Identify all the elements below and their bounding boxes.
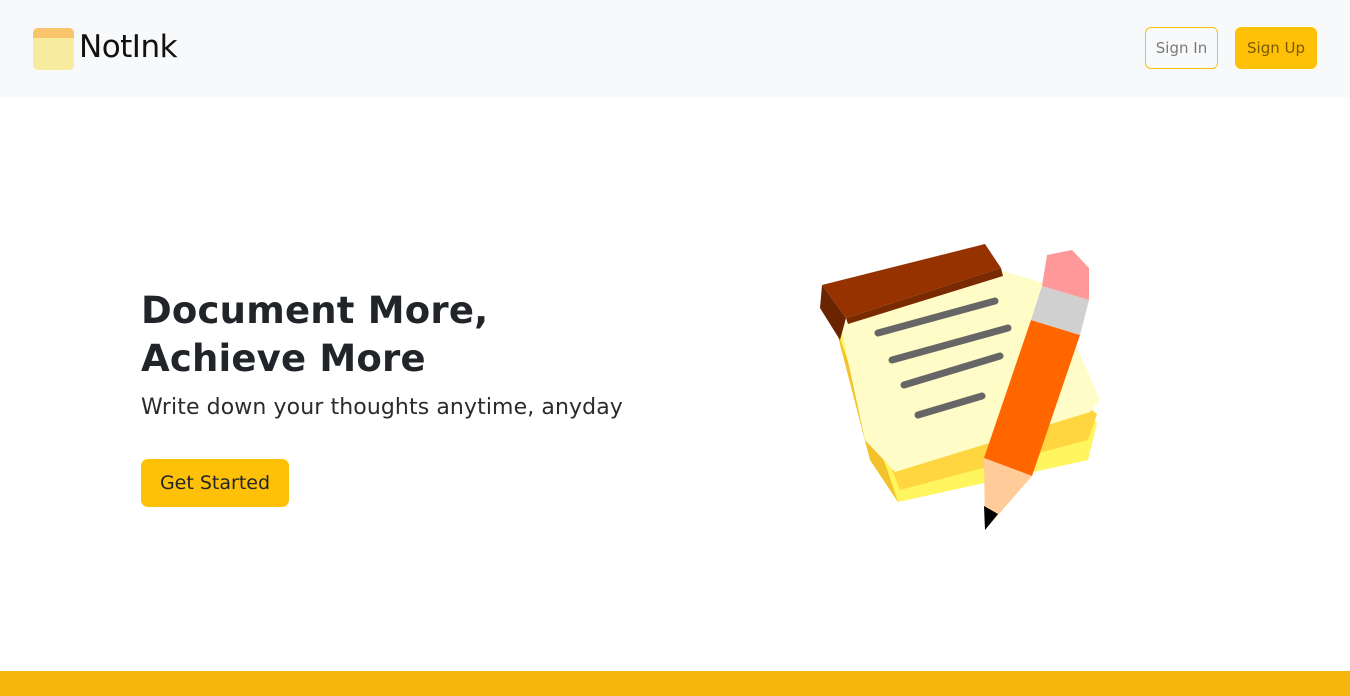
navbar: NotInk Sign In Sign Up (0, 0, 1350, 97)
notepad-icon (33, 28, 74, 70)
notepad-and-pencil-icon (820, 244, 1100, 530)
get-started-button[interactable]: Get Started (141, 459, 289, 507)
hero-title: Document More, Achieve More (141, 287, 488, 383)
brand-name: NotInk (79, 29, 178, 65)
footer-bar (0, 671, 1350, 696)
sign-in-button[interactable]: Sign In (1145, 27, 1218, 69)
hero-title-line-2: Achieve More (141, 337, 426, 380)
brand[interactable]: NotInk (33, 28, 178, 70)
hero-title-line-1: Document More, (141, 289, 489, 332)
sign-up-button[interactable]: Sign Up (1235, 27, 1317, 69)
hero-subtitle: Write down your thoughts anytime, anyday (141, 395, 623, 420)
